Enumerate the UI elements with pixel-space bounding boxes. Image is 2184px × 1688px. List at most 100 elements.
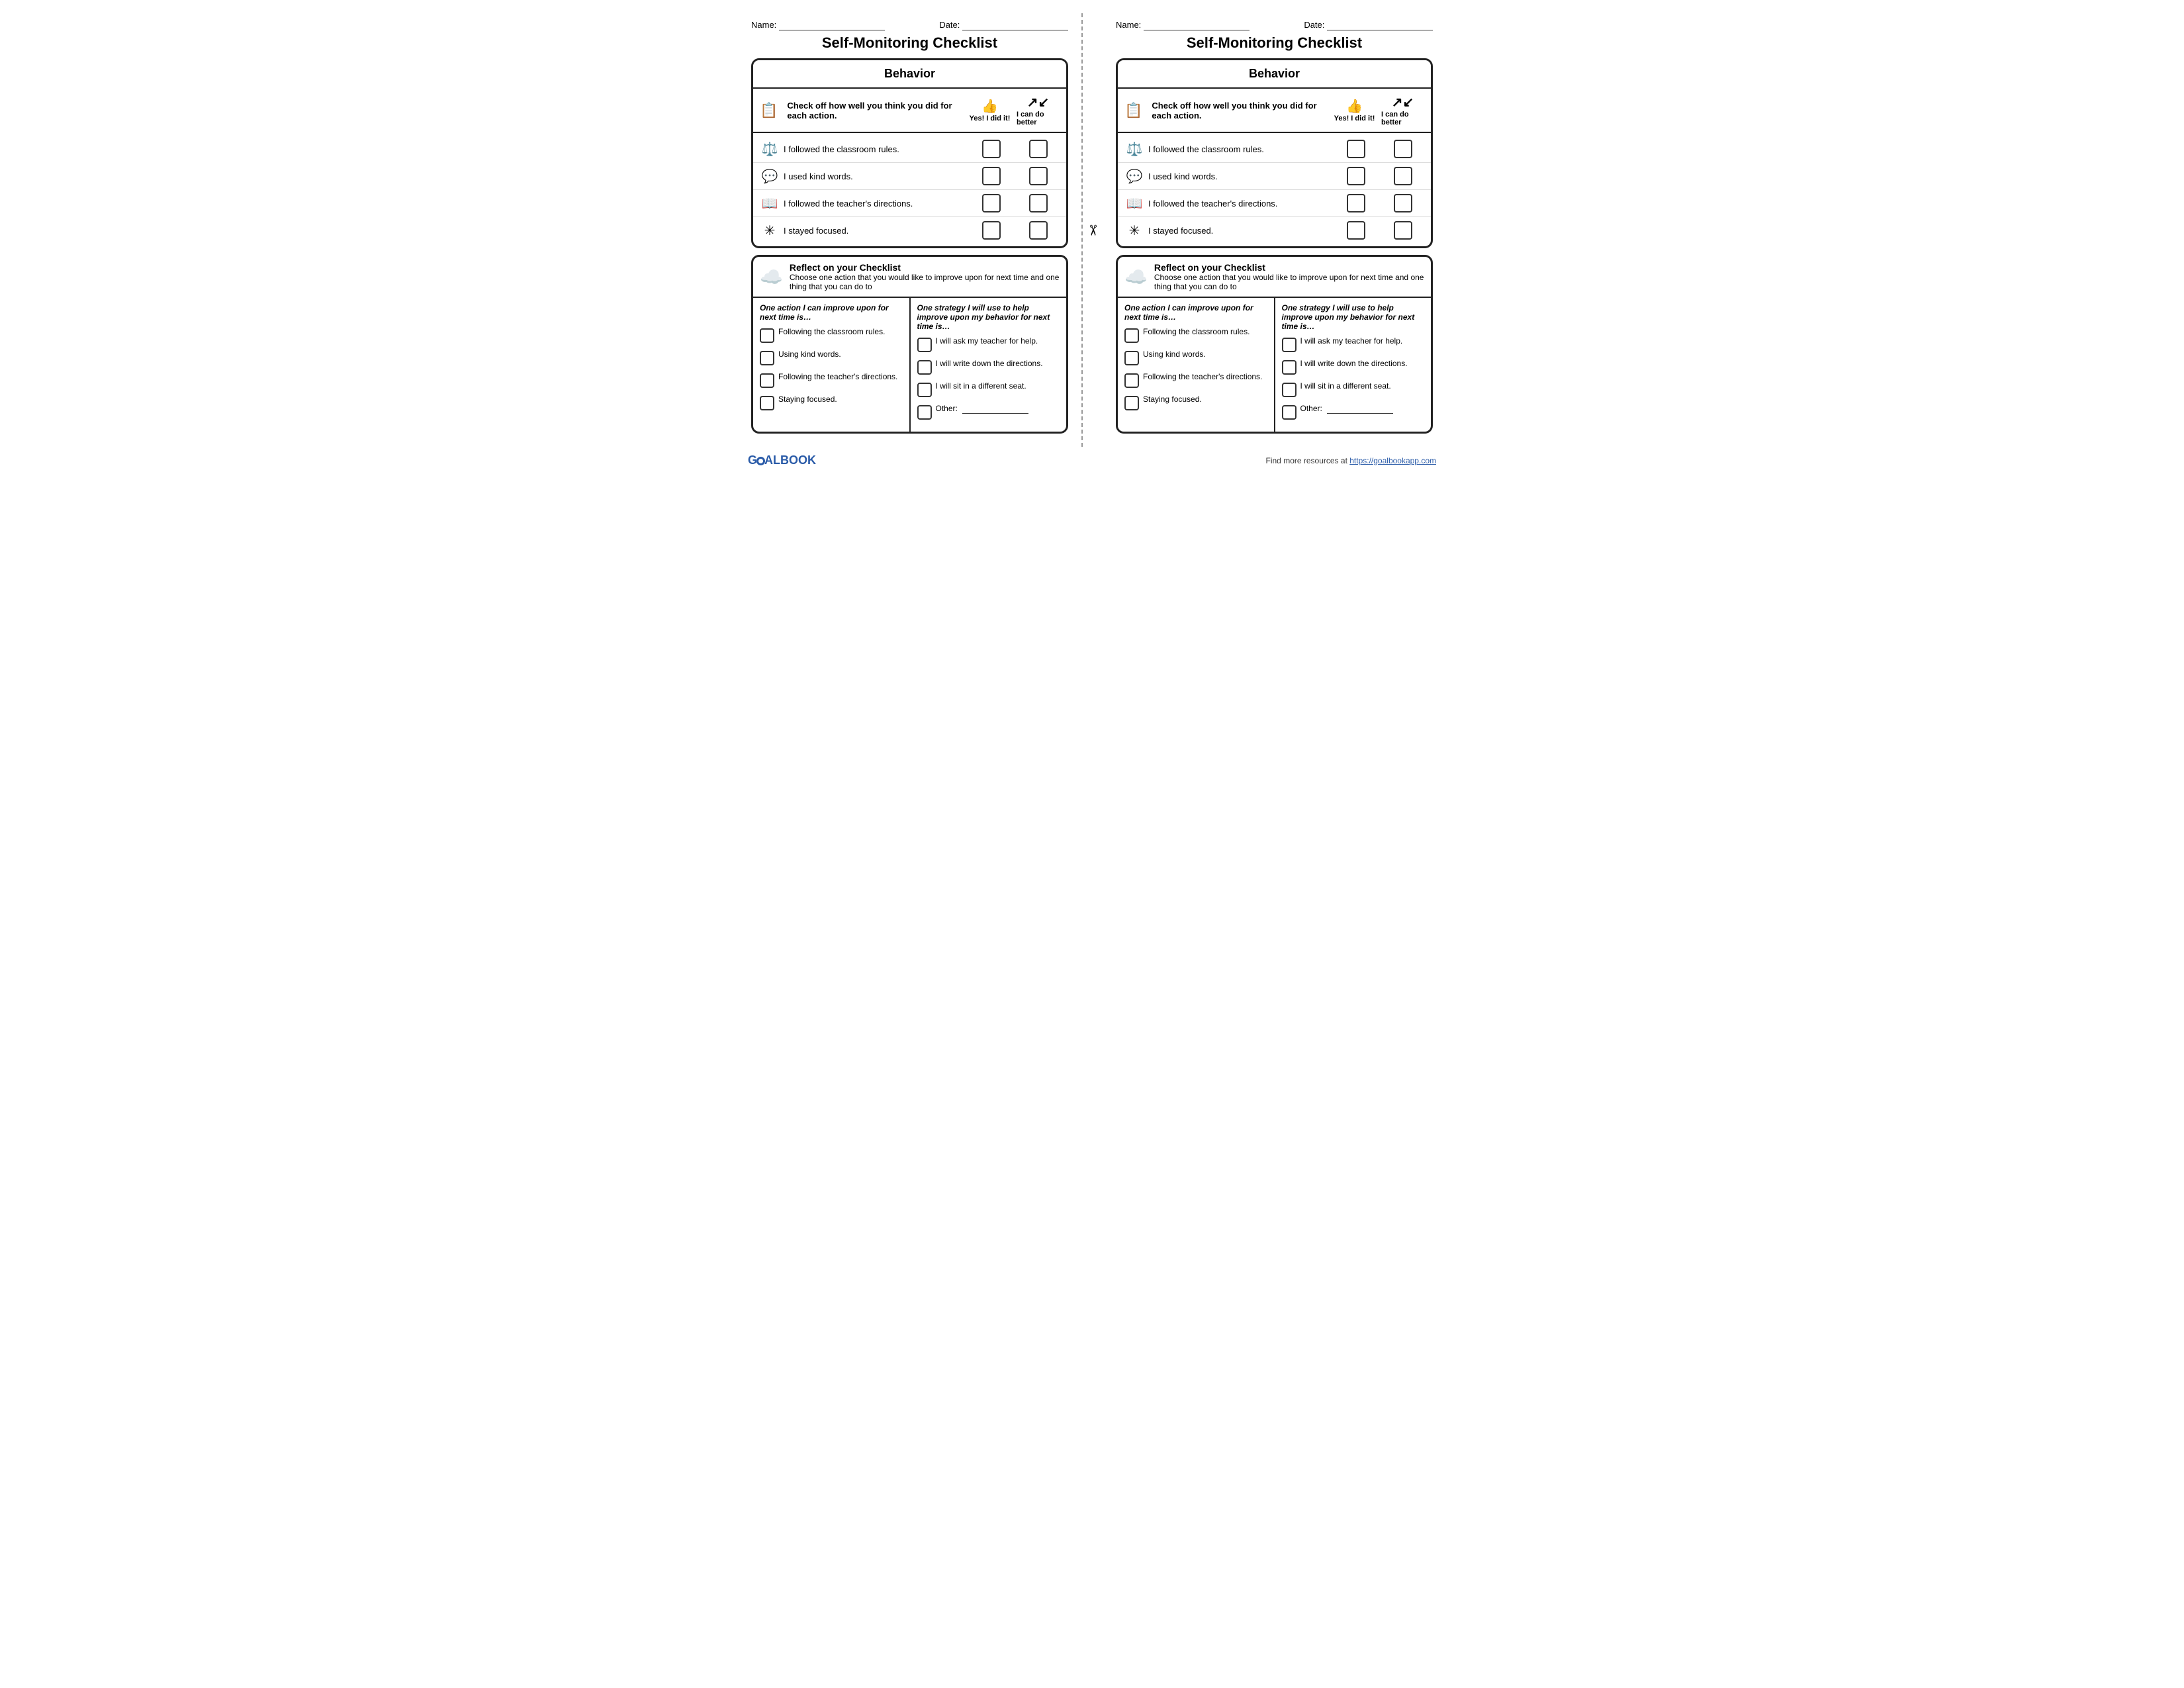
right-behavior-text-2: I used kind words. [1148, 171, 1330, 181]
right-col1-text-2: Using kind words. [1143, 350, 1206, 359]
right-reflect-col1: One action I can improve upon for next t… [1118, 298, 1275, 432]
left-col1-text-4: Staying focused. [778, 395, 837, 404]
right-name-label: Name: [1116, 20, 1250, 30]
right-behavior-text-4: I stayed focused. [1148, 226, 1330, 236]
left-col2-check-4[interactable] [917, 405, 932, 420]
right-checkbox-cando-3[interactable] [1394, 194, 1412, 212]
left-reflect-desc: Choose one action that you would like to… [790, 273, 1060, 291]
right-col2-check-4[interactable] [1282, 405, 1297, 420]
left-checkbox-yes-3[interactable] [982, 194, 1001, 212]
right-check-cando-2 [1381, 167, 1424, 185]
left-reflect-col1: One action I can improve upon for next t… [753, 298, 911, 432]
right-col1-title: One action I can improve upon for next t… [1124, 303, 1267, 322]
left-scale-icon: ⚖️ [760, 141, 780, 158]
left-checkbox-cando-3[interactable] [1029, 194, 1048, 212]
left-behavior-text-3: I followed the teacher's directions. [784, 199, 966, 209]
left-check-cando-1 [1017, 140, 1060, 158]
left-behavior-text-4: I stayed focused. [784, 226, 966, 236]
left-name-field[interactable] [779, 20, 885, 30]
right-name-field[interactable] [1144, 20, 1250, 30]
right-check-yes-2 [1334, 167, 1377, 185]
left-check-instructions-row: 📋 Check off how well you think you did f… [753, 89, 1066, 133]
left-col1-check-2[interactable] [760, 351, 774, 365]
right-behavior-row-2: 💬 I used kind words. [1118, 163, 1431, 190]
right-checkbox-yes-2[interactable] [1347, 167, 1365, 185]
left-cloud-icon: ☁️ [760, 266, 783, 288]
right-col1-check-4[interactable] [1124, 396, 1139, 410]
left-checkbox-cando-1[interactable] [1029, 140, 1048, 158]
right-col2-text-3: I will sit in a different seat. [1300, 381, 1391, 391]
right-col1-check-2[interactable] [1124, 351, 1139, 365]
left-checkbox-cando-2[interactable] [1029, 167, 1048, 185]
right-check-instructions-row: 📋 Check off how well you think you did f… [1118, 89, 1431, 133]
left-book-icon: 📖 [760, 195, 780, 212]
left-col1-text-3: Following the teacher's directions. [778, 372, 897, 381]
right-reflect-title: Reflect on your Checklist [1154, 262, 1424, 273]
left-arrow-icon: ↗↙ [1027, 94, 1050, 111]
right-behavior-text-3: I followed the teacher's directions. [1148, 199, 1330, 209]
right-focus-icon: ✳ [1124, 222, 1144, 239]
right-col1-check-3[interactable] [1124, 373, 1139, 388]
left-col2-check-3[interactable] [917, 383, 932, 397]
right-check-cando-4 [1381, 221, 1424, 240]
left-checkbox-yes-1[interactable] [982, 140, 1001, 158]
right-reflect-header: ☁️ Reflect on your Checklist Choose one … [1118, 257, 1431, 298]
scissors-divider: ✂ [1083, 13, 1103, 447]
left-checkbox-yes-2[interactable] [982, 167, 1001, 185]
left-col2-check-1[interactable] [917, 338, 932, 352]
goalbook-logo: GALBOOK [748, 453, 816, 467]
right-behavior-row-4: ✳ I stayed focused. [1118, 217, 1431, 244]
right-checkbox-yes-4[interactable] [1347, 221, 1365, 240]
left-col2-text-3: I will sit in a different seat. [936, 381, 1026, 391]
left-check-cando-2 [1017, 167, 1060, 185]
right-yes-label: 👍 Yes! I did it! [1333, 98, 1376, 122]
goalbookapp-link[interactable]: https://goalbookapp.com [1349, 456, 1436, 465]
page-footer: GALBOOK Find more resources at https://g… [741, 453, 1443, 467]
left-col2-text-1: I will ask my teacher for help. [936, 336, 1038, 346]
right-col2-check-3[interactable] [1282, 383, 1297, 397]
right-col1-text-3: Following the teacher's directions. [1143, 372, 1262, 381]
right-checkbox-yes-3[interactable] [1347, 194, 1365, 212]
right-check-yes-3 [1334, 194, 1377, 212]
left-col2-text-4: Other: [936, 404, 1029, 414]
left-focus-icon: ✳ [760, 222, 780, 239]
left-checkbox-yes-4[interactable] [982, 221, 1001, 240]
left-yes-label: 👍 Yes! I did it! [968, 98, 1011, 122]
left-yes-text: Yes! I did it! [970, 115, 1011, 122]
left-col1-check-1[interactable] [760, 328, 774, 343]
right-checkbox-cando-2[interactable] [1394, 167, 1412, 185]
scissors-icon: ✂ [1084, 224, 1101, 236]
left-checkbox-cando-4[interactable] [1029, 221, 1048, 240]
right-date-label: Date: [1304, 20, 1433, 30]
left-check-yes-2 [970, 167, 1013, 185]
left-reflect-body: One action I can improve upon for next t… [753, 298, 1066, 432]
left-checklist-icon: 📋 [760, 102, 778, 119]
right-main-title: Self-Monitoring Checklist [1116, 34, 1433, 52]
left-col2-check-2[interactable] [917, 360, 932, 375]
right-col1-check-1[interactable] [1124, 328, 1139, 343]
right-behavior-rows: ⚖️ I followed the classroom rules. 💬 I u… [1118, 133, 1431, 246]
left-header: Name: Date: [751, 20, 1068, 30]
right-check-cando-3 [1381, 194, 1424, 212]
left-cando-text: I can do better [1017, 111, 1060, 126]
left-col1-title: One action I can improve upon for next t… [760, 303, 903, 322]
right-checkbox-yes-1[interactable] [1347, 140, 1365, 158]
left-col2-title: One strategy I will use to help improve … [917, 303, 1060, 331]
left-reflect-header: ☁️ Reflect on your Checklist Choose one … [753, 257, 1066, 298]
left-behavior-row-3: 📖 I followed the teacher's directions. [753, 190, 1066, 217]
right-check-cando-1 [1381, 140, 1424, 158]
left-behavior-row-1: ⚖️ I followed the classroom rules. [753, 136, 1066, 163]
left-col1-item-2: Using kind words. [760, 350, 903, 365]
right-date-field[interactable] [1327, 20, 1433, 30]
right-checkbox-cando-1[interactable] [1394, 140, 1412, 158]
right-col2-check-2[interactable] [1282, 360, 1297, 375]
left-name-label: Name: [751, 20, 885, 30]
right-col2-text-2: I will write down the directions. [1300, 359, 1408, 368]
left-date-field[interactable] [962, 20, 1068, 30]
left-col1-check-4[interactable] [760, 396, 774, 410]
left-col1-text-1: Following the classroom rules. [778, 327, 885, 336]
right-yes-text: Yes! I did it! [1334, 115, 1375, 122]
left-col1-check-3[interactable] [760, 373, 774, 388]
right-checkbox-cando-4[interactable] [1394, 221, 1412, 240]
right-col2-check-1[interactable] [1282, 338, 1297, 352]
